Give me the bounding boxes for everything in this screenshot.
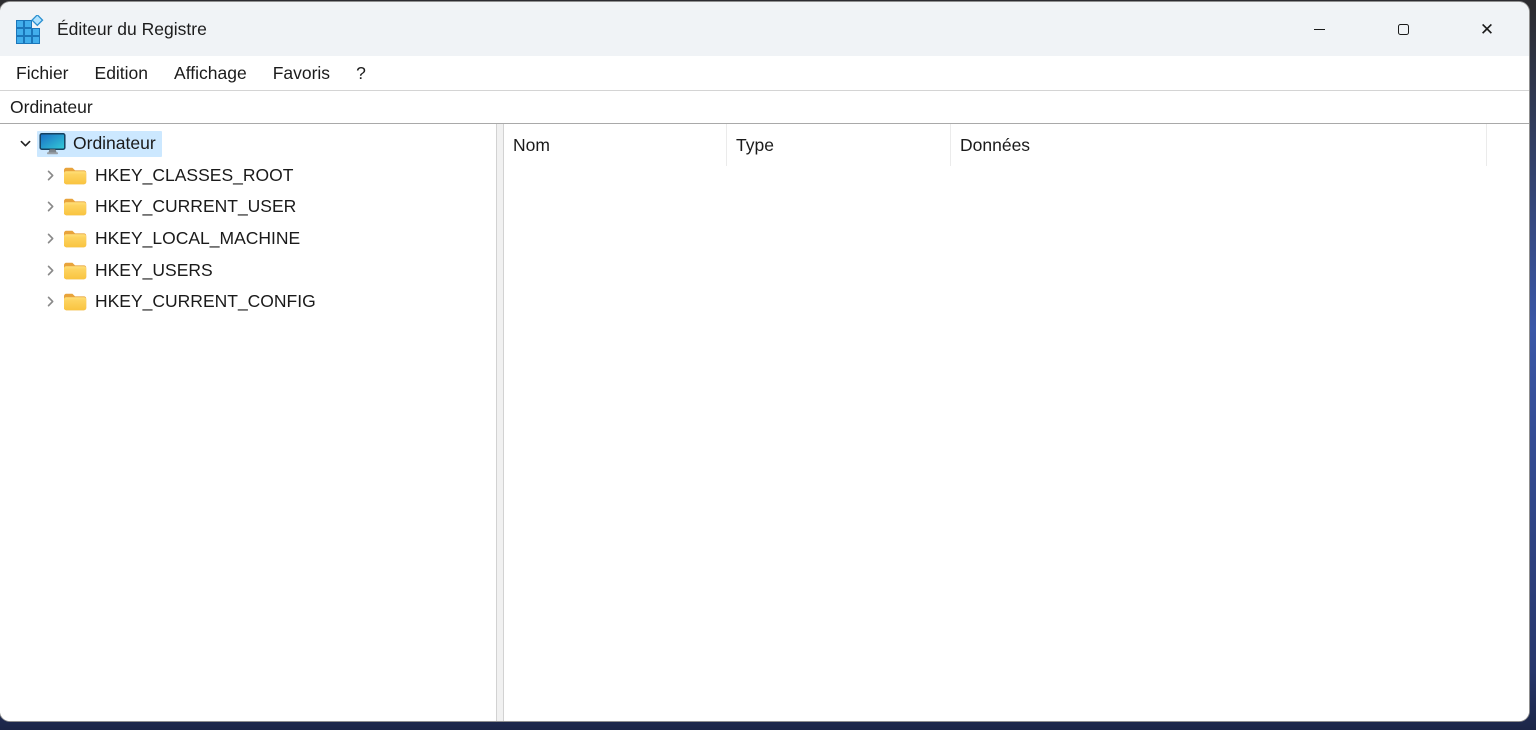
menu-item-edition[interactable]: Edition [95, 63, 149, 84]
tree-item-label: Ordinateur [73, 133, 156, 154]
chevron-right-icon[interactable] [42, 294, 58, 310]
close-button[interactable]: ✕ [1445, 2, 1529, 56]
tree-item-ordinateur[interactable]: Ordinateur [0, 128, 496, 160]
menu-item-aide[interactable]: ? [356, 63, 366, 84]
computer-icon [39, 132, 66, 154]
tree-item-label: HKEY_CURRENT_USER [95, 196, 297, 217]
folder-icon [64, 230, 87, 248]
minimize-icon [1313, 28, 1325, 30]
close-icon: ✕ [1479, 19, 1495, 39]
tree-item-hkey-users[interactable]: HKEY_USERS [0, 254, 496, 286]
tree-item-label: HKEY_LOCAL_MACHINE [95, 228, 301, 249]
tree-item-hkey-current-user[interactable]: HKEY_CURRENT_USER [0, 191, 496, 223]
title-bar: Éditeur du Registre ✕ [0, 2, 1529, 56]
main-content: Ordinateur HKEY_CLASSES_ROOT HKEY_CURREN… [0, 124, 1529, 721]
chevron-right-icon[interactable] [42, 262, 58, 278]
tree-item-label: HKEY_USERS [95, 259, 213, 280]
tree-item-label: HKEY_CURRENT_CONFIG [95, 291, 316, 312]
tree-item-label: HKEY_CLASSES_ROOT [95, 164, 294, 185]
folder-icon [64, 262, 87, 279]
registry-editor-window: Éditeur du Registre ✕ Fichier Edition Af… [0, 2, 1529, 721]
chevron-right-icon[interactable] [42, 199, 58, 215]
registry-editor-icon [16, 14, 44, 44]
address-bar [0, 91, 1529, 124]
column-header-type[interactable]: Type [727, 124, 951, 166]
chevron-right-icon[interactable] [42, 231, 58, 247]
list-column-headers: Nom Type Données [504, 124, 1529, 166]
pane-splitter[interactable] [496, 124, 504, 721]
window-controls: ✕ [1277, 2, 1529, 56]
selected-node-highlight: Ordinateur [37, 130, 162, 157]
maximize-button[interactable] [1361, 2, 1445, 56]
column-header-nom[interactable]: Nom [504, 124, 727, 166]
folder-icon [64, 167, 87, 185]
values-list-pane: Nom Type Données [504, 124, 1529, 721]
menu-bar: Fichier Edition Affichage Favoris ? [0, 56, 1529, 91]
column-header-filler [1487, 124, 1529, 166]
menu-item-favoris[interactable]: Favoris [273, 63, 330, 84]
tree-item-hkey-local-machine[interactable]: HKEY_LOCAL_MACHINE [0, 223, 496, 255]
folder-icon [64, 294, 87, 311]
chevron-down-icon[interactable] [17, 136, 33, 152]
minimize-button[interactable] [1277, 2, 1361, 56]
menu-item-fichier[interactable]: Fichier [16, 63, 69, 84]
values-list-body[interactable] [504, 166, 1529, 721]
tree-item-hkey-classes-root[interactable]: HKEY_CLASSES_ROOT [0, 160, 496, 192]
column-header-donnees[interactable]: Données [951, 124, 1487, 166]
tree-item-hkey-current-config[interactable]: HKEY_CURRENT_CONFIG [0, 286, 496, 318]
chevron-right-icon[interactable] [42, 167, 58, 183]
folder-icon [64, 199, 87, 216]
window-title: Éditeur du Registre [57, 18, 207, 39]
address-bar-input[interactable] [0, 91, 1529, 123]
menu-item-affichage[interactable]: Affichage [174, 63, 247, 84]
maximize-icon [1397, 23, 1409, 35]
registry-tree-pane: Ordinateur HKEY_CLASSES_ROOT HKEY_CURREN… [0, 124, 496, 721]
